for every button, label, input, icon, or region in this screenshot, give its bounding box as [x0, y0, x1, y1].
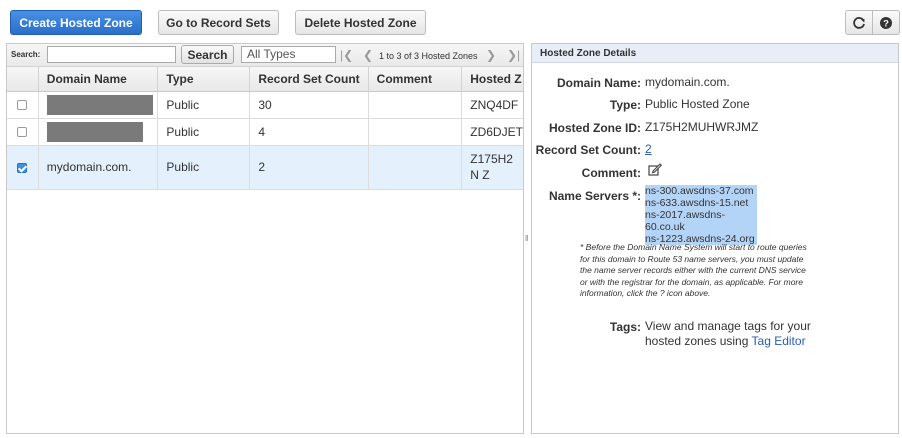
row-checkbox-cell[interactable]: [7, 91, 39, 119]
comment-cell: [368, 145, 463, 190]
domain-name-cell: [38, 118, 159, 146]
route53-console: Create Hosted Zone Go to Record Sets Del…: [0, 0, 902, 438]
table-row-selected[interactable]: mydomain.com. Public 2 Z175H2N Z: [7, 145, 523, 190]
row-checkbox[interactable]: [17, 100, 28, 111]
hosted-zone-id-label: Hosted Zone ID:: [549, 121, 641, 135]
type-label: Type:: [609, 98, 641, 112]
search-label: Search:: [11, 50, 41, 59]
edit-icon: [648, 163, 663, 176]
record-set-count-cell: 4: [249, 118, 369, 146]
hosted-zones-panel: Search: Search All Types |❮ ❮ 1 to 3 of …: [6, 43, 524, 434]
hosted-zone-details-panel: Hosted Zone Details Domain Name: mydomai…: [531, 43, 899, 434]
comment-cell: [368, 118, 463, 146]
type-cell: Public: [157, 118, 251, 146]
go-to-record-sets-button[interactable]: Go to Record Sets: [158, 10, 279, 35]
column-header-record-set-count[interactable]: Record Set Count: [249, 67, 369, 92]
help-button[interactable]: ?: [872, 10, 900, 35]
next-page-icon[interactable]: ❯: [486, 48, 496, 62]
refresh-icon: [853, 16, 865, 29]
tag-editor-link[interactable]: Tag Editor: [752, 334, 806, 348]
name-server-item[interactable]: ns-633.awsdns-15.net: [645, 197, 757, 209]
hosted-zone-id-value: Z175H2MUHWRJMZ: [645, 120, 759, 134]
record-set-count-link[interactable]: 2: [645, 142, 652, 156]
record-set-count-cell: 2: [249, 145, 369, 190]
domain-name-label: Domain Name:: [556, 76, 641, 90]
comment-cell: [368, 91, 463, 119]
details-panel-title: Hosted Zone Details: [532, 44, 898, 63]
comment-label: Comment:: [581, 166, 641, 180]
create-hosted-zone-button[interactable]: Create Hosted Zone: [10, 10, 142, 35]
column-header-type[interactable]: Type: [157, 67, 251, 92]
type-value: Public Hosted Zone: [645, 97, 750, 111]
domain-name-value: mydomain.com.: [645, 75, 730, 89]
name-server-item[interactable]: ns-300.awsdns-37.com: [645, 185, 757, 197]
tags-description: View and manage tags for your hosted zon…: [645, 319, 815, 349]
hosted-zone-id-cell: ZNQ4DF: [461, 91, 523, 119]
redacted-domain: [46, 121, 143, 142]
tags-label: Tags:: [609, 320, 641, 334]
table-row[interactable]: Public 4 ZD6DJET: [7, 118, 523, 146]
hosted-zone-id-cell: Z175H2N Z: [461, 145, 523, 190]
column-header-comment[interactable]: Comment: [368, 67, 463, 92]
row-checkbox-checked[interactable]: [17, 162, 28, 173]
domain-name-cell: [38, 91, 159, 119]
select-column-header: [7, 67, 39, 92]
name-server-item[interactable]: ns-2017.awsdns-60.co.uk: [645, 209, 757, 233]
name-servers-list[interactable]: ns-300.awsdns-37.com ns-633.awsdns-15.ne…: [645, 185, 757, 245]
svg-text:?: ?: [883, 18, 889, 29]
refresh-button[interactable]: [845, 10, 873, 35]
first-page-icon[interactable]: |❮: [340, 48, 353, 62]
pager-status: 1 to 3 of 3 Hosted Zones: [379, 51, 478, 61]
name-servers-label: Name Servers *:: [548, 189, 641, 203]
prev-page-icon[interactable]: ❮: [363, 48, 373, 62]
type-filter-select[interactable]: All Types: [241, 46, 336, 63]
redacted-domain: [46, 94, 153, 115]
table-row[interactable]: Public 30 ZNQ4DF: [7, 91, 523, 119]
column-header-hosted-zone-id[interactable]: Hosted Z: [461, 67, 523, 92]
hosted-zones-table: Domain Name Type Record Set Count Commen…: [7, 67, 523, 190]
edit-comment-button[interactable]: [648, 163, 663, 179]
type-cell: Public: [157, 91, 251, 119]
panel-splitter-handle[interactable]: ‖: [525, 234, 528, 243]
row-checkbox[interactable]: [17, 127, 28, 138]
row-checkbox-cell[interactable]: [7, 145, 39, 190]
record-set-count-cell: 30: [249, 91, 369, 119]
delete-hosted-zone-button[interactable]: Delete Hosted Zone: [295, 10, 426, 35]
row-checkbox-cell[interactable]: [7, 118, 39, 146]
domain-name-cell: mydomain.com.: [38, 145, 159, 190]
hosted-zone-id-cell: ZD6DJET: [461, 118, 523, 146]
help-icon: ?: [880, 16, 892, 29]
type-cell: Public: [157, 145, 251, 190]
search-bar: Search: Search All Types |❮ ❮ 1 to 3 of …: [7, 44, 523, 67]
column-header-domain-name[interactable]: Domain Name: [38, 67, 159, 92]
record-set-count-label: Record Set Count:: [535, 143, 641, 157]
name-server-note: * Before the Domain Name System will sta…: [580, 242, 807, 298]
search-input[interactable]: [47, 46, 176, 63]
search-button[interactable]: Search: [181, 45, 234, 64]
table-header-row: Domain Name Type Record Set Count Commen…: [7, 67, 523, 92]
last-page-icon[interactable]: ❯|: [507, 48, 520, 62]
